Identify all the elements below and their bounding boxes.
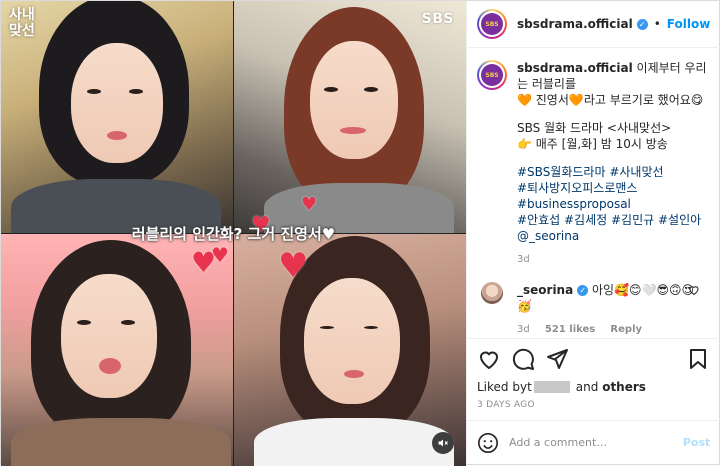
hashtag-line[interactable]: #퇴사방지오피스로맨스 [517,180,710,196]
post-caption: SBS sbsdrama.official 이제부터 우리는 러블리를 🧡 진영… [477,60,710,268]
mute-button[interactable] [432,432,454,454]
heart-sticker-icon: ♥ [278,246,309,286]
hashtag-line[interactable]: #안효섭 #김세정 #김민규 #설인아 [517,212,710,228]
blurred-liker-name [533,381,570,393]
comment-bubble-icon[interactable] [511,347,535,371]
bookmark-icon[interactable] [686,347,710,371]
post-header: SBS sbsdrama.official ✓ • Follow [467,1,720,48]
show-logo: 사내 맞선 [9,7,35,39]
likes-summary: Liked by t and others [477,380,646,394]
speaker-muted-icon [438,439,448,447]
broadcaster-logo: SBS [421,11,454,27]
action-bar [467,338,720,378]
comments-section: SBS sbsdrama.official 이제부터 우리는 러블리를 🧡 진영… [467,48,720,338]
post-comment-button[interactable]: Post [683,436,710,449]
comment-like-heart-icon[interactable] [688,284,700,296]
comment-text: 🥳 [517,299,532,313]
others-link[interactable]: others [602,380,646,394]
caption-username[interactable]: sbsdrama.official [517,61,633,75]
hashtag-line[interactable]: #SBS월화드라마 #사내맞선 [517,164,710,180]
emoji-smiley-icon[interactable] [477,432,499,454]
caption-avatar[interactable]: SBS [477,60,507,90]
reply-button[interactable]: Reply [610,324,642,335]
caption-line: 🧡 진영서🧡라고 부르기로 했어요😋 [517,93,704,107]
follow-button[interactable]: Follow [667,17,711,31]
separator-dot: • [653,17,661,31]
commenter-avatar[interactable] [481,282,503,304]
comment-age: 3d [517,324,530,335]
post-media[interactable]: 사내 맞선 SBS ♥ ♥ ♥ ♥ ♥ 러블리의 인간화? 그거 진영서♥ [1,1,466,466]
photo-top-right: SBS [234,1,466,233]
post-side-panel: SBS sbsdrama.official ✓ • Follow SBS sbs… [466,1,720,464]
caption-meta: 3d [517,254,530,265]
add-comment-bar: Post [467,420,720,464]
comment-likes[interactable]: 521 likes [545,324,595,335]
add-comment-input[interactable] [509,436,683,449]
hashtag-line[interactable]: #businessproposal [517,196,710,212]
heart-sticker-icon: ♥ [301,194,318,215]
verified-badge-icon: ✓ [577,285,589,296]
like-heart-icon[interactable] [477,347,501,371]
comment-username[interactable]: _seorina [517,283,573,297]
photo-bottom-right [234,234,466,466]
liker-name-initial[interactable]: t [527,380,532,394]
overlay-caption: 러블리의 인간화? 그거 진영서♥ [131,225,336,243]
comment-meta: 3d 521 likes Reply [517,322,710,338]
verified-badge-icon: ✓ [636,18,648,30]
header-username[interactable]: sbsdrama.official [517,17,633,31]
account-avatar[interactable]: SBS [477,9,507,39]
comment-text: 아잉🥰😊🤍😎🙃😍 [588,283,695,297]
comment-item: _seorina ✓ 아잉🥰😊🤍😎🙃😍 🥳 3d 521 likes Reply [477,282,710,338]
mention-link[interactable]: @_seorina [517,228,710,244]
caption-line: 👉 매주 [월,화] 밤 10시 방송 [517,137,668,151]
caption-line: SBS 월화 드라마 <사내맞선> [517,121,672,135]
share-paper-plane-icon[interactable] [545,347,569,371]
heart-sticker-icon: ♥ [211,243,229,267]
post-timestamp: 3 DAYS AGO [477,400,535,410]
instagram-post: 사내 맞선 SBS ♥ ♥ ♥ ♥ ♥ 러블리의 인간화? 그거 진영서♥ SB… [0,0,720,466]
photo-top-left: 사내 맞선 [1,1,233,233]
